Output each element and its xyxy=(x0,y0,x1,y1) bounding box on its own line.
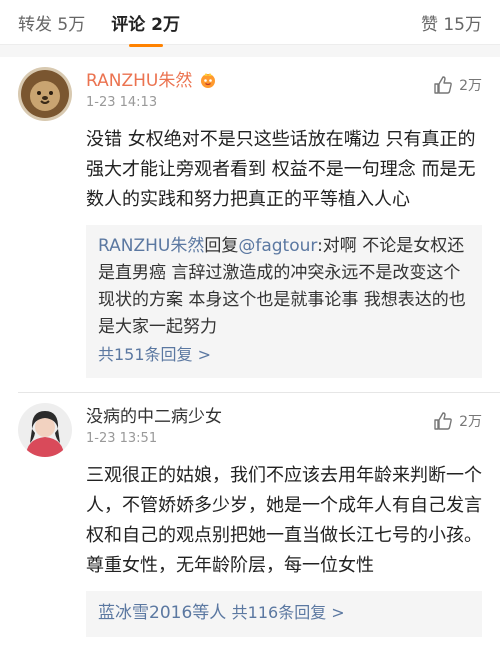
girl-avatar[interactable] xyxy=(18,403,72,457)
reply-author[interactable]: RANZHU朱然 xyxy=(98,236,204,256)
tab-repost[interactable]: 转发 5万 xyxy=(18,10,85,35)
comment-time: 1-23 13:51 xyxy=(86,431,158,446)
comment-text: 没错 女权绝对不是只这些话放在嘴边 只有真正的强大才能让旁观者看到 权益不是一句… xyxy=(86,129,476,210)
thumbs-up-icon xyxy=(434,76,452,94)
tab-bar: 转发 5万 评论 2万 赞 15万 xyxy=(0,0,500,45)
comment-author[interactable]: RANZHU朱然 xyxy=(86,71,192,91)
lion-avatar[interactable] xyxy=(18,67,72,121)
more-replies-link[interactable]: 共116条回复 > xyxy=(232,603,345,622)
section-gap xyxy=(0,45,500,57)
reply-verb: 回复 xyxy=(204,236,239,256)
tab-comment[interactable]: 评论 2万 xyxy=(111,10,180,35)
comment-item: 没病的中二病少女 1-23 13:51 2万 三观很正的姑娘，我们不应该去用年龄… xyxy=(0,393,500,651)
more-replies-link[interactable]: 共151条回复 > xyxy=(98,341,470,368)
like-count: 2万 xyxy=(459,414,482,430)
vip-crown-icon xyxy=(199,71,217,89)
comment-time: 1-23 14:13 xyxy=(86,95,158,110)
like-count: 2万 xyxy=(459,78,482,94)
comment-text: 三观很正的姑娘，我们不应该去用年龄来判断一个人，不管娇娇多少岁，她是一个成年人有… xyxy=(86,465,482,576)
comment-item: RANZHU朱然 1-23 14:13 2万 没错 女权绝对不是只这些话放在嘴边… xyxy=(0,57,500,392)
reply-content: RANZHU朱然回复@fagtour:对啊 不论是女权还是直男癌 言辞过激造成的… xyxy=(98,233,470,341)
like-button[interactable]: 2万 xyxy=(433,75,482,95)
tab-like[interactable]: 赞 15万 xyxy=(421,10,482,35)
like-button[interactable]: 2万 xyxy=(433,411,482,431)
reply-box[interactable]: 蓝冰雪2016等人 共116条回复 > xyxy=(86,591,482,637)
reply-box[interactable]: RANZHU朱然回复@fagtour:对啊 不论是女权还是直男癌 言辞过激造成的… xyxy=(86,225,482,378)
reply-mention[interactable]: @fagtour xyxy=(238,236,317,256)
comment-author[interactable]: 没病的中二病少女 xyxy=(86,405,222,429)
reply-users[interactable]: 蓝冰雪2016等人 xyxy=(98,603,226,623)
thumbs-up-icon xyxy=(434,412,452,430)
